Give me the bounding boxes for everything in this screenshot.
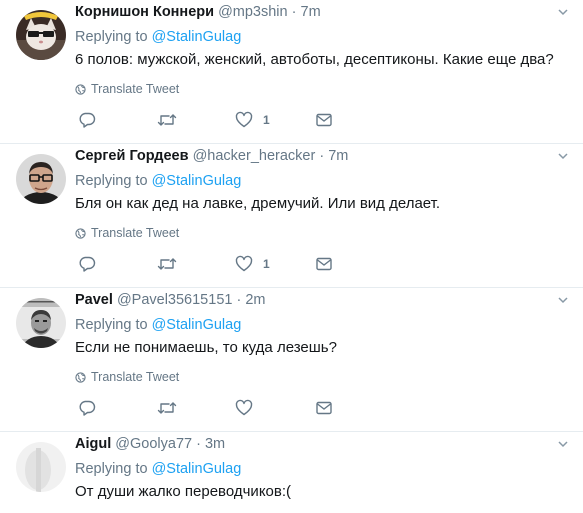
timestamp[interactable]: 7m — [301, 4, 321, 20]
chevron-down-icon[interactable] — [557, 6, 569, 18]
avatar[interactable] — [16, 298, 66, 348]
retweet-icon — [157, 258, 177, 270]
display-name[interactable]: Корнишон Коннери — [75, 4, 214, 20]
heart-icon — [235, 111, 253, 128]
like-button[interactable]: 1 — [235, 253, 270, 275]
envelope-icon — [316, 257, 332, 271]
like-count: 1 — [263, 257, 270, 271]
chevron-down-icon[interactable] — [557, 438, 569, 450]
light-avatar-icon — [16, 442, 66, 492]
tweet[interactable]: Aigul @Goolya77 · 3m Replying to @Stalin… — [0, 432, 583, 512]
chevron-down-icon[interactable] — [557, 294, 569, 306]
replying-label: Replying to — [75, 461, 148, 477]
reply-icon — [79, 400, 96, 416]
retweet-icon — [157, 114, 177, 126]
translate-tweet-link[interactable]: Translate Tweet — [75, 225, 179, 241]
reply-button[interactable] — [78, 397, 96, 419]
tweet-header: Сергей Гордеев @hacker_heracker · 7m — [75, 146, 348, 166]
tweet-text: Если не понимаешь, то куда лезешь? — [75, 339, 337, 356]
direct-message-button[interactable] — [315, 397, 333, 419]
like-button[interactable]: 1 — [235, 109, 270, 131]
separator: · — [291, 4, 297, 20]
replying-to: Replying to @StalinGulag — [75, 171, 241, 191]
man-glasses-avatar-icon — [16, 154, 66, 204]
tweet-header: Aigul @Goolya77 · 3m — [75, 434, 225, 454]
replying-to: Replying to @StalinGulag — [75, 315, 241, 335]
timestamp[interactable]: 7m — [328, 148, 348, 164]
avatar[interactable] — [16, 154, 66, 204]
tweet-text: От души жалко переводчиков:( — [75, 483, 292, 500]
tweet-header: Корнишон Коннери @mp3shin · 7m — [75, 2, 321, 22]
avatar[interactable] — [16, 10, 66, 60]
reply-icon — [79, 256, 96, 272]
direct-message-button[interactable] — [315, 109, 333, 131]
user-handle[interactable]: @Goolya77 — [115, 436, 192, 452]
replying-to: Replying to @StalinGulag — [75, 459, 241, 479]
replying-label: Replying to — [75, 317, 148, 333]
retweet-button[interactable] — [157, 253, 177, 275]
display-name[interactable]: Aigul — [75, 436, 111, 452]
replying-label: Replying to — [75, 29, 148, 45]
avatar[interactable] — [16, 442, 66, 492]
reply-icon — [79, 112, 96, 128]
globe-icon — [75, 83, 86, 95]
heart-icon — [235, 255, 253, 272]
portrait-avatar-icon — [16, 298, 66, 348]
timestamp[interactable]: 3m — [205, 436, 225, 452]
replying-handle-link[interactable]: @StalinGulag — [152, 317, 242, 333]
chevron-down-icon[interactable] — [557, 150, 569, 162]
replying-to: Replying to @StalinGulag — [75, 27, 241, 47]
display-name[interactable]: Сергей Гордеев — [75, 148, 189, 164]
translate-tweet-link[interactable]: Translate Tweet — [75, 81, 179, 97]
user-handle[interactable]: @hacker_heracker — [193, 148, 316, 164]
timestamp[interactable]: 2m — [245, 292, 265, 308]
separator: · — [236, 292, 242, 308]
like-count: 1 — [263, 113, 270, 127]
envelope-icon — [316, 401, 332, 415]
separator: · — [196, 436, 201, 452]
display-name[interactable]: Pavel — [75, 292, 113, 308]
globe-icon — [75, 371, 86, 383]
cat-avatar-icon — [16, 10, 66, 60]
heart-icon — [235, 399, 253, 416]
tweet-text: Бля он как дед на лавке, дремучий. Или в… — [75, 195, 441, 212]
replying-handle-link[interactable]: @StalinGulag — [152, 173, 242, 189]
translate-tweet-link[interactable]: Translate Tweet — [75, 369, 179, 385]
retweet-icon — [157, 402, 177, 414]
tweet-actions: 1 — [75, 109, 375, 131]
tweet-actions: 1 — [75, 253, 375, 275]
envelope-icon — [316, 113, 332, 127]
retweet-button[interactable] — [157, 109, 177, 131]
like-button[interactable] — [235, 397, 263, 419]
tweet-header: Pavel @Pavel35615151 · 2m — [75, 290, 266, 310]
tweet[interactable]: Сергей Гордеев @hacker_heracker · 7m Rep… — [0, 144, 583, 288]
globe-icon — [75, 227, 86, 239]
translate-label: Translate Tweet — [91, 82, 180, 96]
translate-label: Translate Tweet — [91, 370, 180, 384]
tweet[interactable]: Корнишон Коннери @mp3shin · 7m Replying … — [0, 0, 583, 144]
tweet-text: 6 полов: мужской, женский, автоботы, дес… — [75, 51, 554, 68]
separator: · — [319, 148, 325, 164]
tweet-feed: Корнишон Коннери @mp3shin · 7m Replying … — [0, 0, 583, 512]
replying-handle-link[interactable]: @StalinGulag — [152, 461, 242, 477]
reply-button[interactable] — [78, 109, 96, 131]
retweet-button[interactable] — [157, 397, 177, 419]
user-handle[interactable]: @Pavel35615151 — [117, 292, 233, 308]
user-handle[interactable]: @mp3shin — [218, 4, 288, 20]
replying-handle-link[interactable]: @StalinGulag — [152, 29, 242, 45]
replying-label: Replying to — [75, 173, 148, 189]
translate-label: Translate Tweet — [91, 226, 180, 240]
direct-message-button[interactable] — [315, 253, 333, 275]
tweet[interactable]: Pavel @Pavel35615151 · 2m Replying to @S… — [0, 288, 583, 432]
tweet-actions — [75, 397, 375, 419]
reply-button[interactable] — [78, 253, 96, 275]
